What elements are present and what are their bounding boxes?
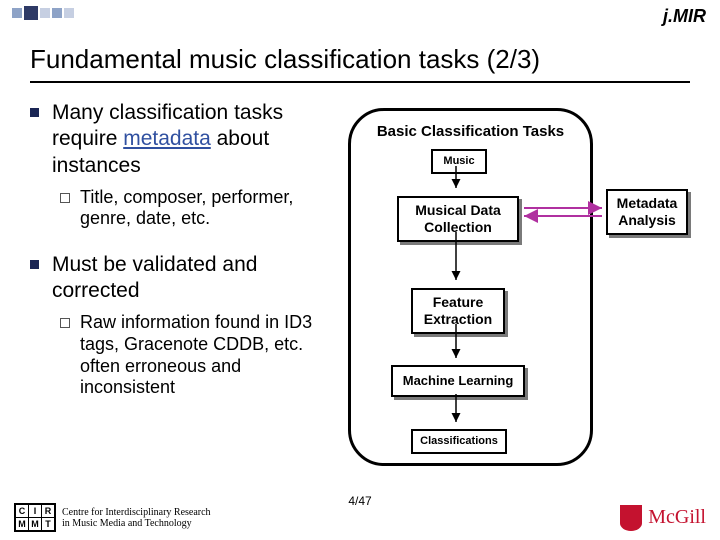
music-box: Music: [431, 149, 487, 174]
bullet-2-text: Must be validated and corrected: [52, 253, 257, 302]
cirmmt-logo: CIR MMT Centre for Interdisciplinary Res…: [14, 503, 212, 532]
metadata-analysis-box: Metadata Analysis: [606, 189, 688, 235]
jmir-logo: j.MIR: [663, 6, 706, 27]
feature-extraction-box: Feature Extraction: [411, 288, 505, 334]
cirmmt-text: Centre for Interdisciplinary Research in…: [62, 507, 212, 529]
classifications-box: Classifications: [411, 429, 507, 454]
footer: CIR MMT Centre for Interdisciplinary Res…: [14, 503, 706, 532]
bullet-1: Many classification tasks require metada…: [26, 100, 326, 230]
slide-body: Many classification tasks require metada…: [26, 100, 702, 480]
machine-learning-box: Machine Learning: [391, 365, 525, 397]
diagram-area: Basic Classification Tasks Music Musical…: [326, 100, 702, 480]
musical-data-collection-box: Musical Data Collection: [397, 196, 519, 242]
mcgill-logo: McGill: [620, 505, 706, 531]
bullet-2: Must be validated and corrected Raw info…: [26, 252, 326, 399]
bullet-2-sub: Raw information found in ID3 tags, Grace…: [52, 312, 326, 398]
bullet-list: Many classification tasks require metada…: [26, 100, 326, 480]
slide: j.MIR Fundamental music classification t…: [0, 0, 720, 540]
bullet-1-sub: Title, composer, performer, genre, date,…: [52, 187, 326, 230]
slide-title: Fundamental music classification tasks (…: [30, 44, 690, 83]
mcgill-text: McGill: [648, 506, 706, 529]
cirmmt-grid-icon: CIR MMT: [14, 503, 56, 532]
classification-panel: Basic Classification Tasks Music Musical…: [348, 108, 593, 466]
metadata-link[interactable]: metadata: [123, 127, 211, 150]
panel-title: Basic Classification Tasks: [351, 123, 590, 140]
corner-squares-decoration: [12, 8, 74, 22]
mcgill-shield-icon: [620, 505, 642, 531]
